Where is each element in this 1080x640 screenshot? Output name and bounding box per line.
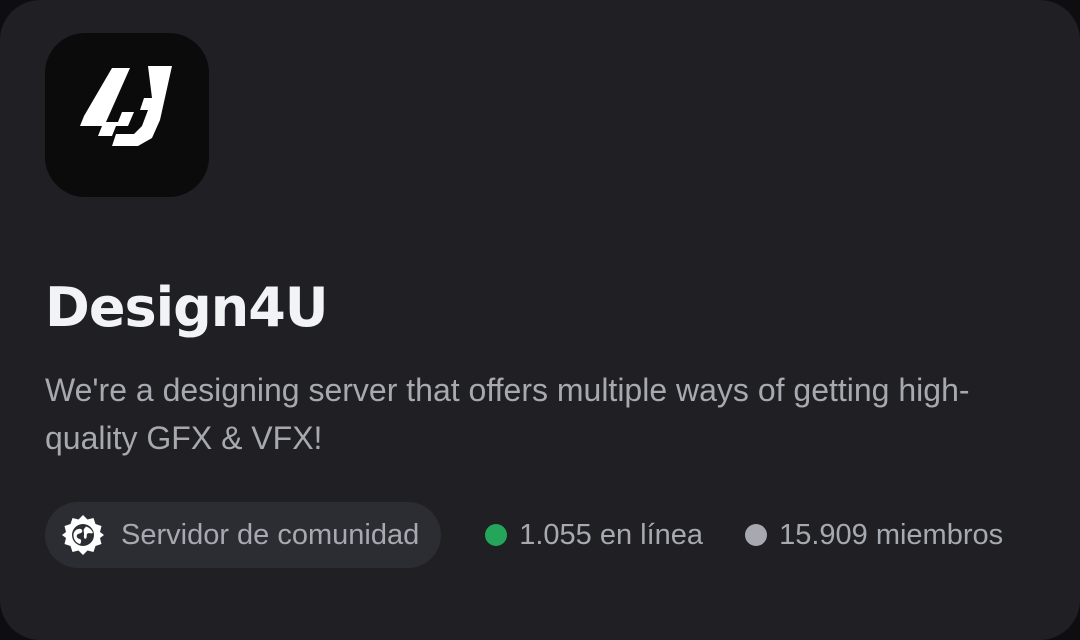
server-card: Design4U We're a designing server that o… bbox=[0, 0, 1080, 640]
server-logo-image bbox=[80, 66, 172, 146]
online-count: 1.055 en línea bbox=[485, 519, 703, 552]
community-server-badge[interactable]: Servidor de comunidad bbox=[45, 502, 442, 568]
server-description: We're a designing server that offers mul… bbox=[45, 372, 970, 456]
community-server-label: Servidor de comunidad bbox=[121, 518, 420, 551]
server-logo[interactable] bbox=[45, 33, 209, 197]
online-status-dot bbox=[485, 524, 508, 546]
server-name: Design4U bbox=[45, 276, 329, 339]
online-count-text: 1.055 en línea bbox=[519, 518, 704, 551]
community-badge-icon bbox=[61, 513, 105, 557]
member-count: 15.909 miembros bbox=[745, 519, 1003, 552]
members-status-dot bbox=[745, 524, 768, 546]
server-meta-row: Servidor de comunidad 1.055 en línea 15.… bbox=[45, 502, 1003, 568]
member-count-text: 15.909 miembros bbox=[779, 518, 1004, 551]
